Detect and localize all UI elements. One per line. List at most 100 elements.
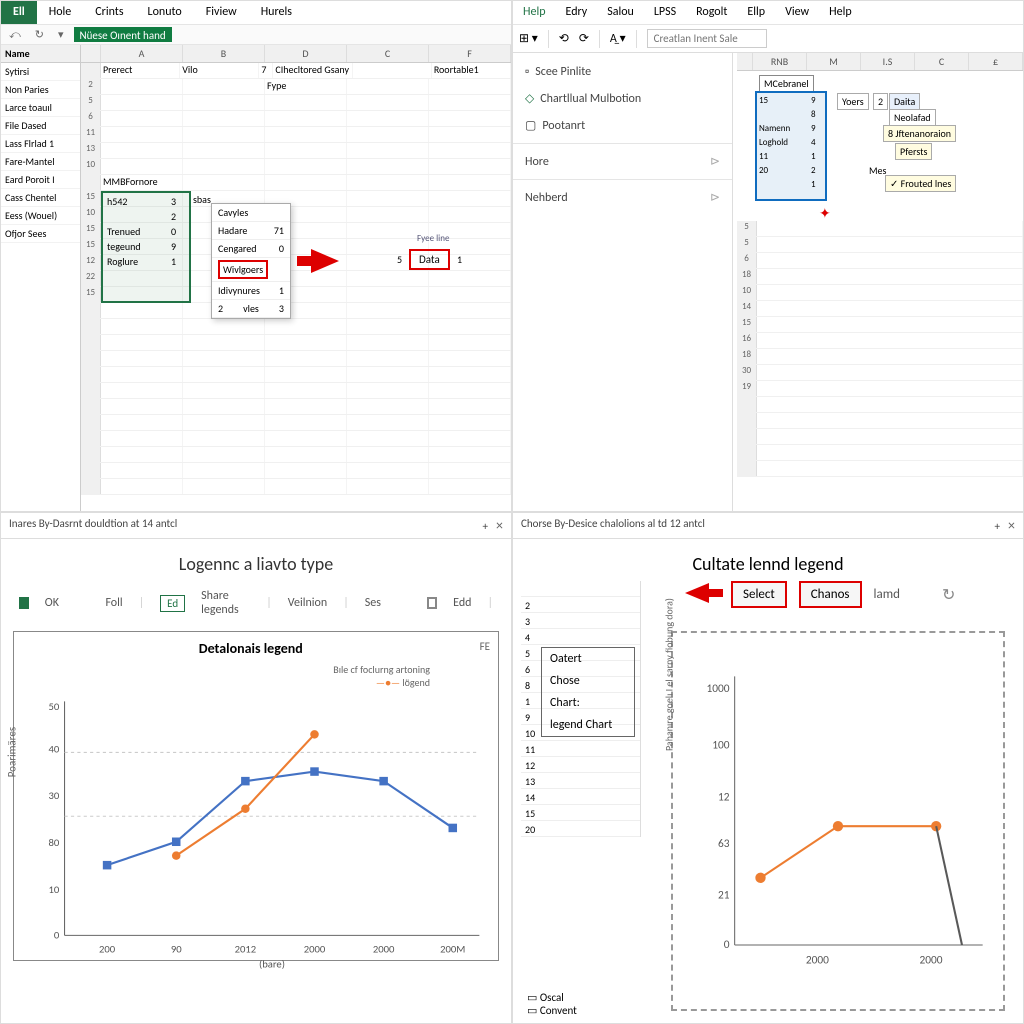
menu-item[interactable]: Help xyxy=(819,1,862,24)
chart-type-dropdown[interactable]: Oatert Chose Chart: legend Chart xyxy=(541,647,635,737)
refresh-icon[interactable]: ↻ xyxy=(942,585,955,605)
cell[interactable] xyxy=(353,63,432,78)
dropdown-item[interactable]: Chart: xyxy=(542,692,634,714)
spreadsheet-grid[interactable]: A B D C F Prerect Vilo 7 CIhecltored Gsa… xyxy=(81,45,511,511)
context-popup[interactable]: Cavyles Hadare71 Cengared0 Wivlgoers Idi… xyxy=(211,203,291,319)
menu-item[interactable]: Crints xyxy=(83,1,135,24)
undo-icon[interactable]: ⟲ xyxy=(559,31,569,46)
cell[interactable]: Vilo xyxy=(180,63,259,78)
menu-file[interactable]: Ell xyxy=(1,1,37,24)
cell-tag: 8 Jftenanoraion xyxy=(883,125,956,142)
chanos-button[interactable]: Chanos xyxy=(799,581,862,608)
search-input[interactable] xyxy=(647,29,767,48)
close-icon[interactable]: × xyxy=(1008,517,1015,534)
header-tag[interactable]: MCebranel xyxy=(759,75,814,92)
menu-item[interactable]: Rogolt xyxy=(686,1,737,24)
cell-tag: Daita xyxy=(889,93,920,110)
list-item[interactable]: Eard Poroit I xyxy=(1,171,80,189)
add-icon[interactable]: + xyxy=(483,520,488,533)
footer-item[interactable]: ▭ Oscal xyxy=(527,991,577,1004)
highlighted-option[interactable]: Wivlgoers xyxy=(218,260,268,279)
corner[interactable] xyxy=(81,45,101,62)
menu-option[interactable]: Hore⊳ xyxy=(513,148,732,175)
select-button[interactable]: Select xyxy=(731,581,787,608)
col-header[interactable]: A xyxy=(101,45,183,62)
panel-header: Chorse By-Desice chalolions al td 12 ant… xyxy=(513,513,1023,539)
add-icon[interactable]: + xyxy=(995,520,1000,533)
ed-button[interactable]: Ed xyxy=(160,595,185,612)
option[interactable]: Veilnion xyxy=(288,596,327,610)
menu-item[interactable]: Salou xyxy=(597,1,644,24)
col-header[interactable]: D xyxy=(265,45,347,62)
table-icon[interactable]: ⊞ ▾ xyxy=(519,31,538,46)
cell[interactable]: Roortable1 xyxy=(432,63,511,78)
col-header[interactable]: F xyxy=(429,45,511,62)
name-box[interactable]: Nüese Oınent hand xyxy=(74,27,172,42)
list-item[interactable]: Non Paries xyxy=(1,81,80,99)
list-item[interactable]: Ofjor Sees xyxy=(1,225,80,243)
format-icon[interactable]: A̲ ▾ xyxy=(610,31,626,46)
list-item[interactable]: File Dased xyxy=(1,117,80,135)
dropdown-item[interactable]: legend Chart xyxy=(542,714,634,736)
checkbox-ok[interactable] xyxy=(19,597,29,609)
chevron-right-icon: ⊳ xyxy=(710,190,720,205)
list-item[interactable]: Larce toauıl xyxy=(1,99,80,117)
selection-range[interactable]: 159 8 Namenn9 Loghold4 111 202 1 xyxy=(755,91,827,201)
cell-label: sbas xyxy=(193,193,211,206)
list-item[interactable]: Eess (Wouel) xyxy=(1,207,80,225)
checkbox-edd[interactable] xyxy=(427,597,437,609)
menu-item[interactable]: LPSS xyxy=(644,1,686,24)
col-header[interactable]: B xyxy=(183,45,265,62)
close-icon[interactable]: × xyxy=(496,517,503,534)
footer-item[interactable]: ▭ Convent xyxy=(527,1004,577,1017)
menu-option[interactable]: ▢Pootanrt xyxy=(513,112,732,139)
menu-option[interactable]: ◇Chartllual Mulbotion xyxy=(513,85,732,112)
list-item[interactable]: Sytirsi xyxy=(1,63,80,81)
cell[interactable]: 7 xyxy=(259,63,273,78)
option[interactable]: Ses xyxy=(365,596,381,610)
undo-icon[interactable]: ⤺ xyxy=(5,27,25,42)
cell[interactable]: MMBFornore xyxy=(101,175,183,190)
drag-handle-icon[interactable]: ✦ xyxy=(819,205,831,222)
dropdown-icon[interactable]: ▾ xyxy=(54,27,68,42)
redo-icon[interactable]: ↻ xyxy=(31,27,48,42)
svg-text:12: 12 xyxy=(718,790,730,804)
svg-text:63: 63 xyxy=(718,837,730,851)
svg-text:200: 200 xyxy=(99,942,116,955)
cell[interactable]: CIhecltored Gsany xyxy=(273,63,352,78)
dropdown-item[interactable]: Oatert xyxy=(542,648,634,670)
cell-value: 1 xyxy=(457,253,462,266)
list-item[interactable]: Cass Chentel xyxy=(1,189,80,207)
cell[interactable]: Fype xyxy=(265,79,347,94)
mini-spreadsheet[interactable]: RNB M I.S C £ MCebranel 159 8 Namenn9 Lo… xyxy=(733,53,1023,511)
menu-item[interactable]: Ellp xyxy=(737,1,775,24)
panel-title: Chorse By-Desice chalolions al td 12 ant… xyxy=(521,517,705,534)
menu-item[interactable]: View xyxy=(775,1,819,24)
chart-placeholder[interactable]: Pahanıre goelı I el sarny fiobung dora) … xyxy=(671,631,1005,1011)
svg-text:2000: 2000 xyxy=(373,942,395,955)
fe-label: FE xyxy=(480,640,490,663)
panel-header: Inares By-Dasrnt douldtion at 14 antcl +… xyxy=(1,513,511,539)
col-header[interactable]: C xyxy=(347,45,429,62)
grid-body[interactable]: Prerect Vilo 7 CIhecltored Gsany Roortab… xyxy=(81,63,511,495)
option[interactable]: Share legends xyxy=(201,589,250,617)
menu-item[interactable]: Hurels xyxy=(249,1,304,24)
list-item[interactable]: Lass Flrlad 1 xyxy=(1,135,80,153)
menu-item[interactable]: Hole xyxy=(37,1,84,24)
menu-option[interactable]: ▫Scee Pinlite xyxy=(513,59,732,85)
selection-range[interactable]: h5423 2 Trenued0 tegeund9 Roglure1 xyxy=(101,191,191,303)
chart-container[interactable]: Detalonais legend FE Bıle cf foclurng ar… xyxy=(13,631,499,961)
menu-help[interactable]: Help xyxy=(513,1,556,24)
data-button[interactable]: Data xyxy=(409,249,450,270)
cell[interactable]: Prerect xyxy=(101,63,180,78)
menu-item[interactable]: Lonuto xyxy=(136,1,194,24)
option[interactable]: Foll xyxy=(105,596,122,610)
svg-text:50: 50 xyxy=(48,700,59,713)
lamd-label: lamd xyxy=(874,587,900,602)
menu-item[interactable]: Fiview xyxy=(194,1,249,24)
menu-option[interactable]: Nehberd⊳ xyxy=(513,184,732,211)
list-item[interactable]: Fare-Mantel xyxy=(1,153,80,171)
menu-item[interactable]: Edry xyxy=(556,1,598,24)
redo-icon[interactable]: ⟳ xyxy=(579,31,589,46)
dropdown-item[interactable]: Chose xyxy=(542,670,634,692)
